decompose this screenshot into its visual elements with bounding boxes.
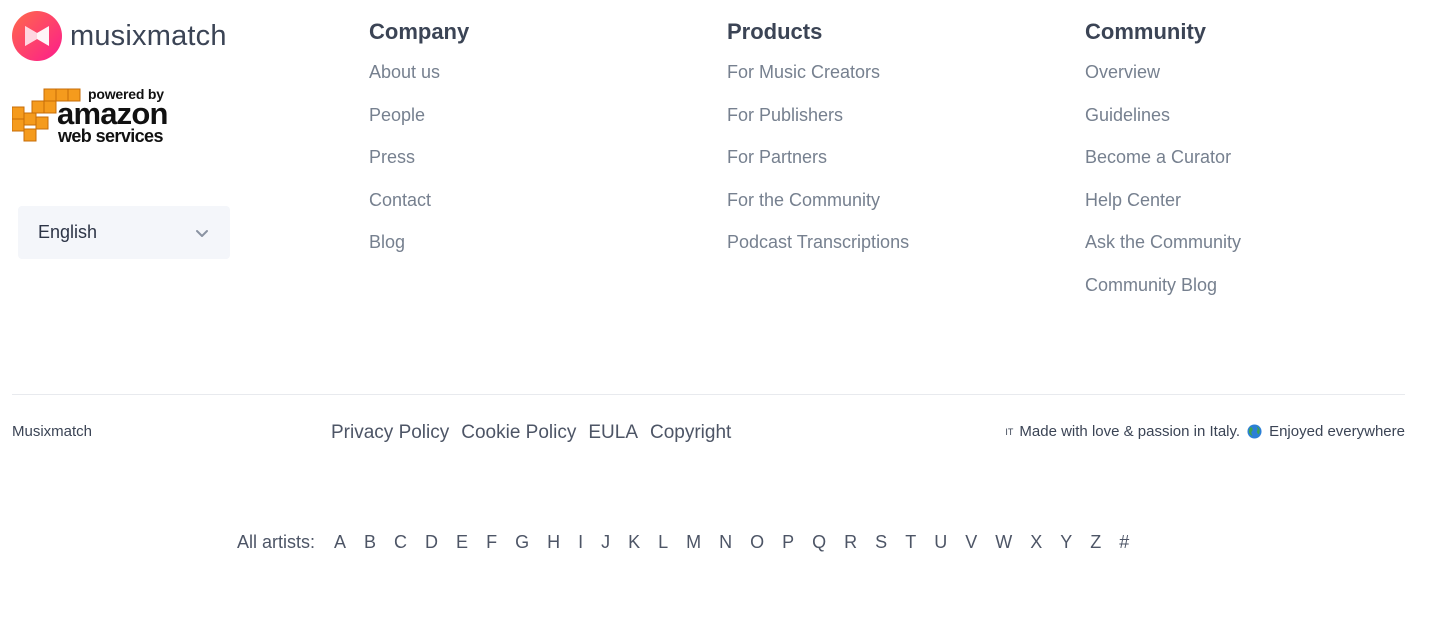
artist-letter-l[interactable]: L <box>649 532 677 553</box>
globe-icon <box>1247 424 1262 439</box>
artist-letter-h[interactable]: H <box>538 532 569 553</box>
link-overview[interactable]: Overview <box>1085 59 1160 85</box>
chevron-down-icon <box>196 229 208 237</box>
language-select-value: English <box>38 222 98 242</box>
link-privacy-policy[interactable]: Privacy Policy <box>331 422 449 444</box>
made-in-text: Made with love & passion in Italy. <box>1019 423 1241 440</box>
company-links: About us People Press Contact Blog <box>369 59 469 272</box>
musixmatch-logo[interactable]: musixmatch <box>12 11 227 61</box>
link-about-us[interactable]: About us <box>369 59 440 85</box>
link-community-blog[interactable]: Community Blog <box>1085 272 1217 298</box>
artist-letter-u[interactable]: U <box>925 532 956 553</box>
community-links: Overview Guidelines Become a Curator Hel… <box>1085 59 1241 314</box>
footer-column-company: Company About us People Press Contact Bl… <box>369 16 469 272</box>
link-for-the-community[interactable]: For the Community <box>727 187 880 213</box>
artist-letter-x[interactable]: X <box>1021 532 1051 553</box>
all-artists-label: All artists: <box>237 532 316 552</box>
aws-amazon-text: amazon <box>57 96 168 131</box>
link-press[interactable]: Press <box>369 144 415 170</box>
brand-name: musixmatch <box>70 19 227 52</box>
language-select[interactable]: English <box>18 206 230 259</box>
artist-letter-k[interactable]: K <box>619 532 649 553</box>
link-podcast-transcriptions[interactable]: Podcast Transcriptions <box>727 229 909 255</box>
link-ask-the-community[interactable]: Ask the Community <box>1085 229 1241 255</box>
link-for-music-creators[interactable]: For Music Creators <box>727 59 880 85</box>
made-in-italy-note: IT Made with love & passion in Italy. En… <box>1005 423 1405 440</box>
artist-letter-s[interactable]: S <box>866 532 896 553</box>
footer-column-products: Products For Music Creators For Publishe… <box>727 16 909 272</box>
link-for-partners[interactable]: For Partners <box>727 144 827 170</box>
artist-letter-a[interactable]: A <box>325 532 355 553</box>
aws-powered-badge: powered by amazon web services <box>12 86 168 146</box>
link-contact[interactable]: Contact <box>369 187 431 213</box>
artist-letter-n[interactable]: N <box>710 532 741 553</box>
link-copyright[interactable]: Copyright <box>650 422 731 444</box>
artist-letter-i[interactable]: I <box>569 532 592 553</box>
legal-links: Privacy Policy Cookie Policy EULA Copyri… <box>331 422 743 444</box>
all-artists-index: All artists: A B C D E F G H I J K L M N… <box>237 532 1138 553</box>
link-eula[interactable]: EULA <box>588 422 638 444</box>
enjoyed-everywhere-text: Enjoyed everywhere <box>1269 423 1405 440</box>
aws-web-services-text: web services <box>58 126 163 146</box>
artist-letter-g[interactable]: G <box>506 532 538 553</box>
footer-column-community: Community Overview Guidelines Become a C… <box>1085 16 1241 314</box>
artist-letter-w[interactable]: W <box>986 532 1021 553</box>
column-title-community: Community <box>1085 19 1206 44</box>
products-links: For Music Creators For Publishers For Pa… <box>727 59 909 272</box>
artist-letter-f[interactable]: F <box>477 532 506 553</box>
italy-flag-icon: IT <box>1005 426 1014 437</box>
link-help-center[interactable]: Help Center <box>1085 187 1181 213</box>
artist-letter-e[interactable]: E <box>447 532 477 553</box>
footer-brand: Musixmatch <box>12 423 93 440</box>
artist-letter-q[interactable]: Q <box>803 532 835 553</box>
artist-letter-o[interactable]: O <box>741 532 773 553</box>
artist-letter-c[interactable]: C <box>385 532 416 553</box>
link-cookie-policy[interactable]: Cookie Policy <box>461 422 576 444</box>
musixmatch-logo-icon <box>12 11 62 61</box>
column-title-company: Company <box>369 19 470 44</box>
artist-letter-v[interactable]: V <box>956 532 986 553</box>
footer-divider <box>12 394 1405 395</box>
link-people[interactable]: People <box>369 102 425 128</box>
artist-letter-p[interactable]: P <box>773 532 803 553</box>
link-for-publishers[interactable]: For Publishers <box>727 102 843 128</box>
artist-letter-t[interactable]: T <box>896 532 925 553</box>
artist-letter-hash[interactable]: # <box>1110 532 1138 553</box>
artist-letter-y[interactable]: Y <box>1051 532 1081 553</box>
artist-letter-z[interactable]: Z <box>1081 532 1110 553</box>
artist-letter-b[interactable]: B <box>355 532 385 553</box>
link-become-a-curator[interactable]: Become a Curator <box>1085 144 1231 170</box>
artist-letter-j[interactable]: J <box>592 532 619 553</box>
column-title-products: Products <box>727 19 823 44</box>
link-guidelines[interactable]: Guidelines <box>1085 102 1170 128</box>
artist-letter-r[interactable]: R <box>835 532 866 553</box>
link-blog[interactable]: Blog <box>369 229 405 255</box>
artist-letter-m[interactable]: M <box>677 532 710 553</box>
artist-letter-d[interactable]: D <box>416 532 447 553</box>
